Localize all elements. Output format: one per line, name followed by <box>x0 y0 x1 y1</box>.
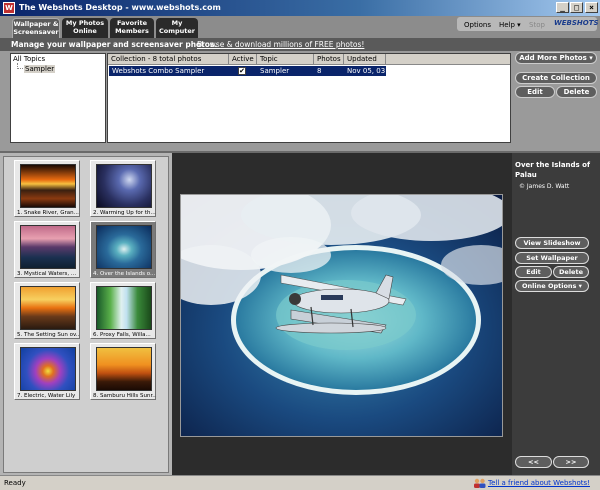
thumbnail-caption: 6. Proxy Falls, Willa... <box>93 332 151 338</box>
thumbnail-3[interactable]: 3. Mystical Waters, ... <box>14 221 80 278</box>
thumbnail-2[interactable]: 2. Warming Up for th... <box>90 160 156 217</box>
manage-strip: Manage your wallpaper and screensaver ph… <box>0 38 600 51</box>
tab-label-line1: My Photos <box>65 19 105 27</box>
photo-title: Over the Islands of Palau <box>515 161 591 179</box>
friends-icon[interactable] <box>473 478 486 488</box>
thumbnail-caption: 4. Over the Islands o... <box>93 271 156 277</box>
cell-photos: 8 <box>317 67 322 75</box>
webshots-logo[interactable]: WEBSHOTS <box>554 19 599 27</box>
thumbnail-caption: 2. Warming Up for th... <box>93 210 156 216</box>
tell-a-friend-link[interactable]: Tell a friend about Webshots! <box>488 479 590 487</box>
tab-label-line1: Wallpaper & <box>13 20 59 28</box>
tab-label-line2: Members <box>115 27 149 35</box>
thumbnail-4[interactable]: 4. Over the Islands o... <box>90 221 156 278</box>
status-bar: Ready Tell a friend about Webshots! <box>0 475 600 490</box>
active-checkbox[interactable]: ✔ <box>238 67 246 75</box>
photo-credit: © James D. Watt <box>519 183 570 190</box>
title-bar: W The Webshots Desktop - www.webshots.co… <box>0 0 600 16</box>
close-button[interactable]: × <box>585 2 598 13</box>
tab-wallpaper-screensaver[interactable]: Wallpaper & Screensaver <box>12 18 60 38</box>
thumbnail-5[interactable]: 5. The Setting Sun ov... <box>14 282 80 339</box>
tree-connector <box>17 63 23 69</box>
tab-label-line2: Screensaver <box>13 28 59 36</box>
delete-collection-button[interactable]: Delete <box>556 86 597 98</box>
thumbnail-1[interactable]: 1. Snake River, Gran... <box>14 160 80 217</box>
wallpaper-preview-image[interactable] <box>180 194 503 437</box>
column-header-filler <box>386 54 510 65</box>
restore-button[interactable]: □ <box>570 2 583 13</box>
edit-photo-button[interactable]: Edit <box>515 266 552 278</box>
app-icon: W <box>3 2 15 14</box>
options-menu[interactable]: Options <box>464 20 491 31</box>
column-header-active[interactable]: Active <box>229 54 257 65</box>
create-collection-button[interactable]: Create Collection <box>515 72 597 84</box>
delete-photo-button[interactable]: Delete <box>553 266 589 278</box>
column-header-updated[interactable]: Updated <box>344 54 386 65</box>
status-text: Ready <box>4 479 26 487</box>
thumbnail-caption: 7. Electric, Water Lily <box>17 393 76 399</box>
seaplane-over-island-photo <box>181 195 502 436</box>
thumbnail-caption: 3. Mystical Waters, ... <box>17 271 77 277</box>
column-header-topic[interactable]: Topic <box>257 54 314 65</box>
photo-info-panel: Over the Islands of Palau © James D. Wat… <box>512 151 600 475</box>
browse-photos-link[interactable]: Browse & download millions of FREE photo… <box>197 40 364 49</box>
previous-photo-button[interactable]: << <box>515 456 552 468</box>
tree-node-sampler[interactable]: Sampler <box>24 65 56 73</box>
thumbnail-image <box>20 286 76 330</box>
collection-table: Collection - 8 total photos Active Topic… <box>107 53 511 143</box>
set-wallpaper-button[interactable]: Set Wallpaper <box>515 252 589 264</box>
tab-bar: Wallpaper & Screensaver My Photos Online… <box>0 16 600 38</box>
thumbnail-grid[interactable]: 1. Snake River, Gran... 2. Warming Up fo… <box>3 156 169 473</box>
thumbnail-image <box>20 225 76 269</box>
stop-button[interactable]: Stop <box>529 20 545 31</box>
thumbnail-image <box>20 347 76 391</box>
thumbnail-6[interactable]: 6. Proxy Falls, Willa... <box>90 282 156 339</box>
online-options-button[interactable]: Online Options ▾ <box>515 280 589 292</box>
column-header-photos[interactable]: Photos <box>314 54 344 65</box>
thumbnail-image <box>96 225 152 269</box>
thumbnail-caption: 1. Snake River, Gran... <box>17 210 79 216</box>
tab-my-computer[interactable]: My Computer <box>156 18 198 38</box>
cell-topic: Sampler <box>260 67 290 75</box>
tree-node-all-topics[interactable]: All Topics <box>13 55 45 63</box>
thumbnail-image <box>96 347 152 391</box>
tab-label-line1: Favorite <box>116 19 148 27</box>
manage-text: Manage your wallpaper and screensaver ph… <box>11 40 218 49</box>
thumbnail-caption: 8. Samburu Hills Sunr... <box>93 393 156 399</box>
minimize-button[interactable]: _ <box>556 2 569 13</box>
add-more-photos-button[interactable]: Add More Photos ▾ <box>515 52 597 64</box>
thumbnail-image <box>96 164 152 208</box>
help-menu[interactable]: Help ▾ <box>499 20 521 31</box>
tab-my-photos-online[interactable]: My Photos Online <box>62 18 108 38</box>
thumbnail-panel: 1. Snake River, Gran... 2. Warming Up fo… <box>0 151 172 475</box>
tab-label-line1: My <box>171 19 183 27</box>
tab-label-line2: Online <box>73 27 97 35</box>
thumbnail-image <box>20 164 76 208</box>
edit-collection-button[interactable]: Edit <box>515 86 555 98</box>
next-photo-button[interactable]: >> <box>553 456 589 468</box>
thumbnail-8[interactable]: 8. Samburu Hills Sunr... <box>90 343 156 400</box>
table-row[interactable]: Webshots Combo Sampler ✔ Sampler 8 Nov 0… <box>109 66 386 76</box>
cell-collection: Webshots Combo Sampler <box>112 67 205 75</box>
tab-favorite-members[interactable]: Favorite Members <box>110 18 154 38</box>
topic-tree[interactable]: All Topics Sampler <box>10 53 106 143</box>
thumbnail-image <box>96 286 152 330</box>
view-slideshow-button[interactable]: View Slideshow <box>515 237 589 249</box>
cell-updated: Nov 05, 03 <box>347 67 386 75</box>
thumbnail-caption: 5. The Setting Sun ov... <box>17 332 80 338</box>
column-header-collection[interactable]: Collection - 8 total photos <box>108 54 229 65</box>
window-title: The Webshots Desktop - www.webshots.com <box>19 3 221 12</box>
photo-viewer <box>172 151 512 475</box>
collection-area: All Topics Sampler Collection - 8 total … <box>0 51 600 151</box>
tab-label-line2: Computer <box>158 27 195 35</box>
thumbnail-7[interactable]: 7. Electric, Water Lily <box>14 343 80 400</box>
